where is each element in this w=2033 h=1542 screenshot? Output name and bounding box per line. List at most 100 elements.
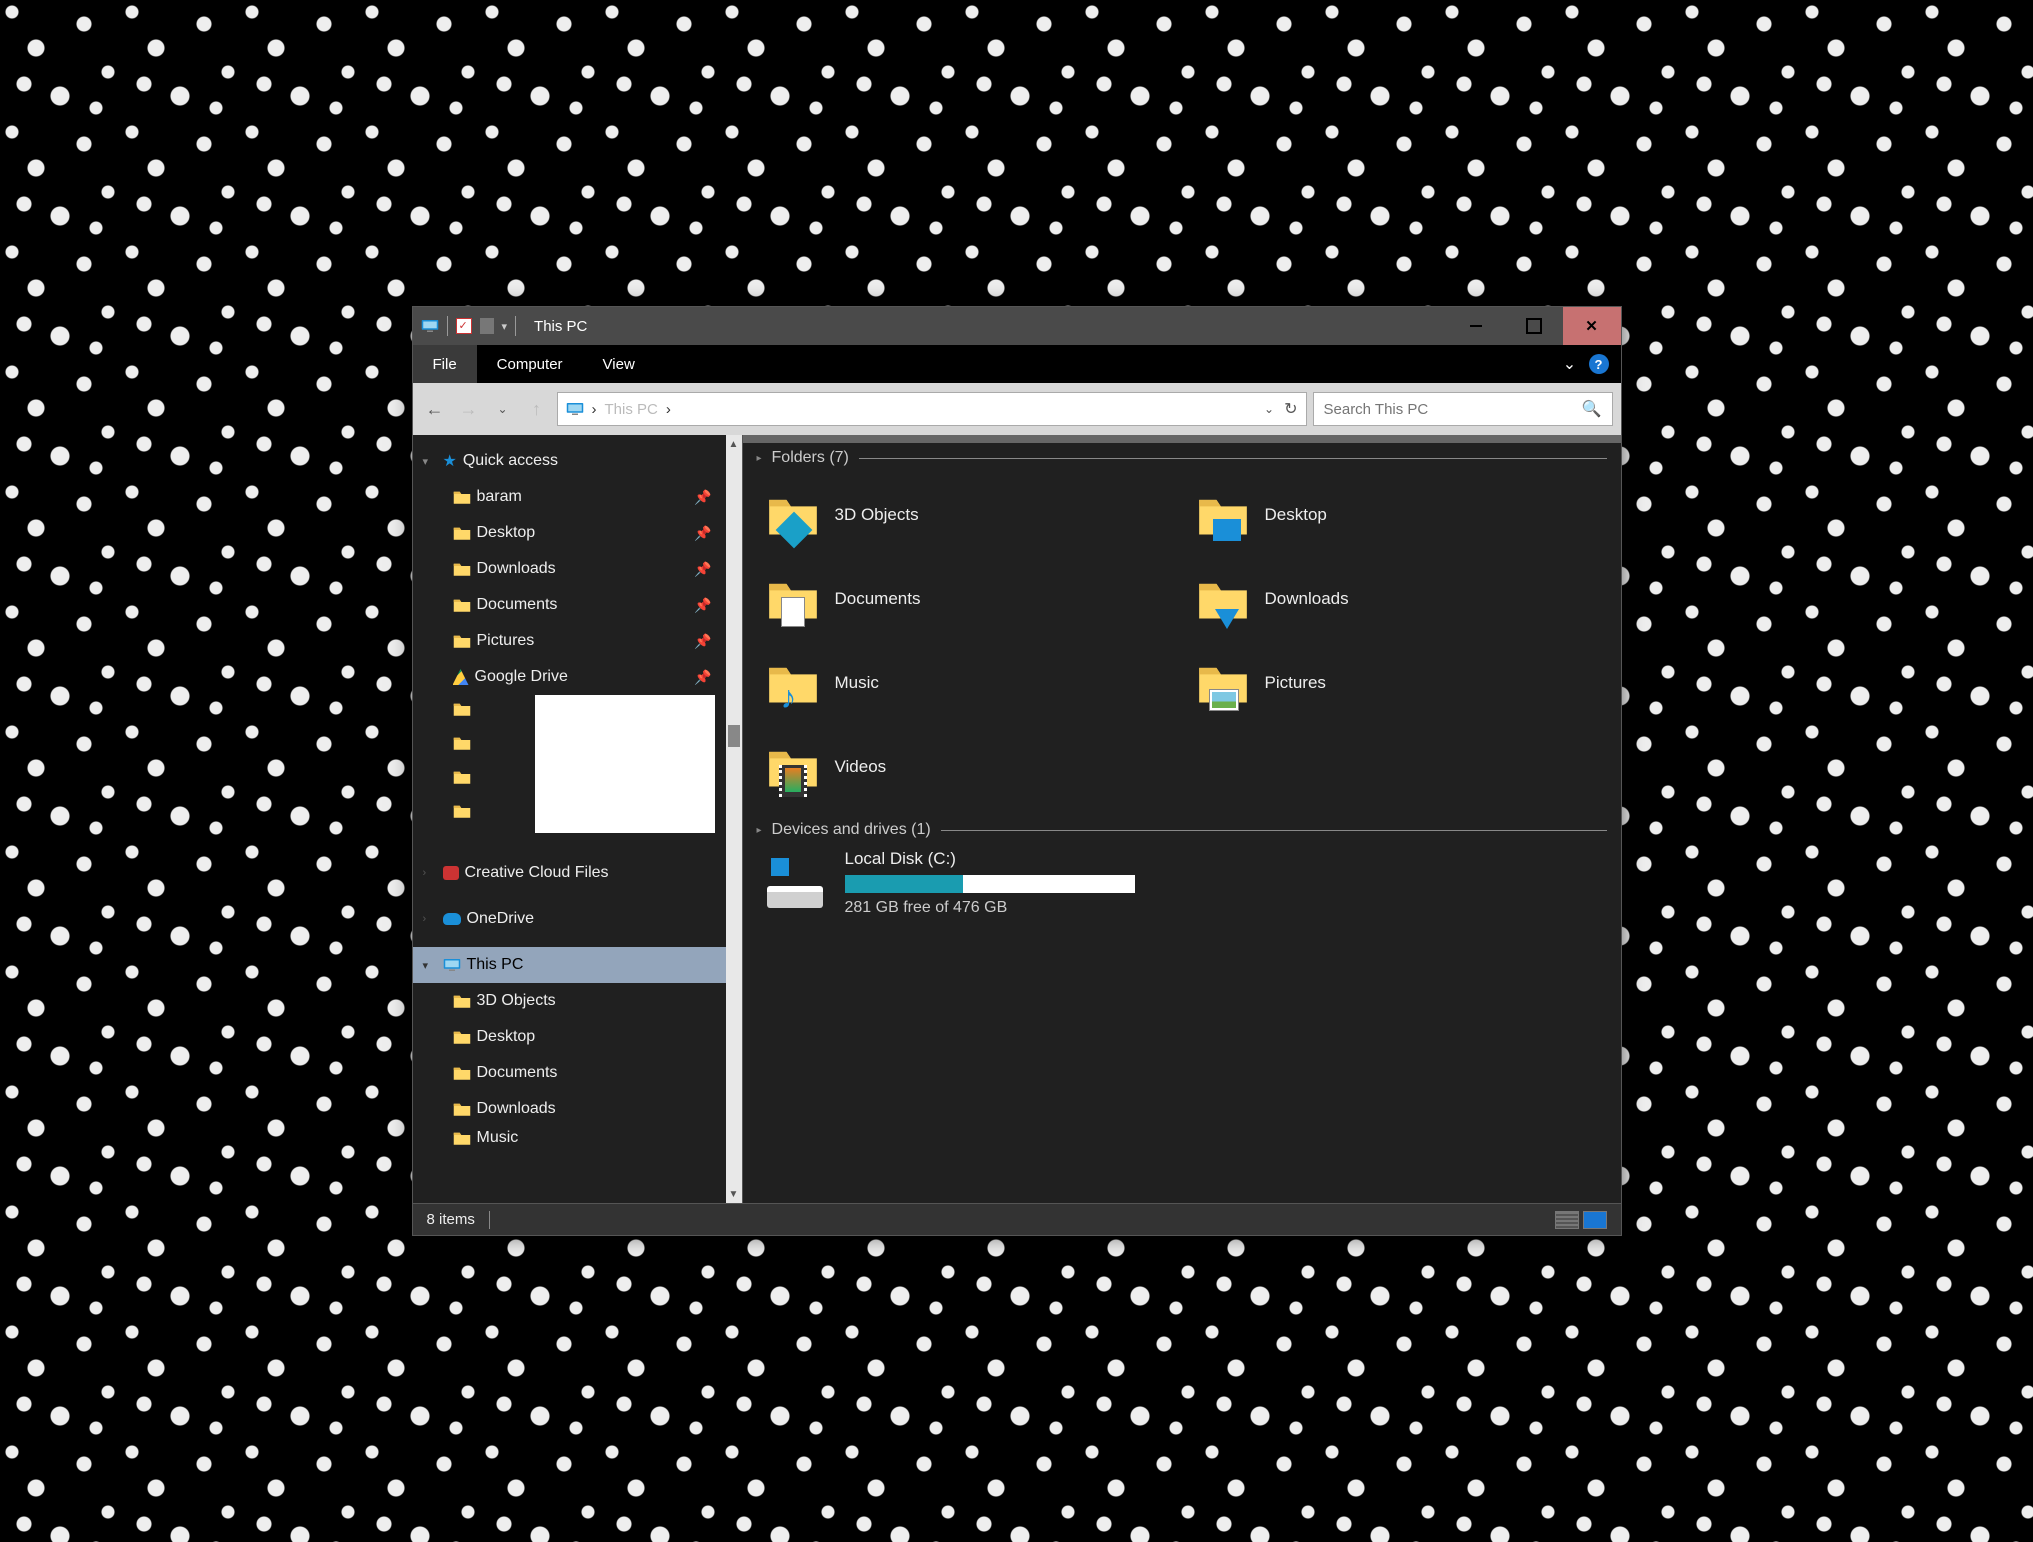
sidebar-item-3d-objects[interactable]: 3D Objects [413,983,726,1019]
search-box[interactable]: 🔍 [1313,392,1613,426]
search-icon[interactable]: 🔍 [1582,399,1602,419]
onedrive-icon [443,913,461,925]
address-bar[interactable]: › This PC › ⌄ ↻ [557,392,1307,426]
qat-properties-icon[interactable]: ✓ [456,318,472,334]
ribbon-expand-icon[interactable]: ⌄ [1561,355,1579,373]
item-label: Videos [835,757,887,777]
sidebar-item-google-drive[interactable]: Google Drive 📌 [413,659,726,695]
sidebar-item-label: OneDrive [467,910,535,928]
recent-locations-button[interactable]: ⌄ [489,395,517,423]
collapse-icon[interactable]: ▸ [757,825,762,836]
chevron-right-icon[interactable]: › [423,913,437,925]
status-item-count: 8 items [427,1211,475,1228]
sidebar-creative-cloud[interactable]: › Creative Cloud Files [413,855,726,891]
folder-videos[interactable]: Videos [767,729,1177,805]
sidebar-item-music[interactable]: Music [413,1127,726,1149]
address-dropdown-icon[interactable]: ⌄ [1264,402,1274,416]
folder-downloads[interactable]: Downloads [1197,561,1607,637]
item-label: Desktop [1265,505,1327,525]
navigation-bar: ← → ⌄ ↑ › This PC › ⌄ ↻ 🔍 [413,383,1621,435]
drive-usage-fill [845,875,964,893]
separator [941,830,1607,831]
scroll-thumb[interactable] [728,725,740,747]
qat-dropdown-icon[interactable]: ▾ [502,320,508,333]
sidebar-item-downloads[interactable]: Downloads [413,1091,726,1127]
tab-file[interactable]: File [413,345,477,383]
sidebar-quick-access[interactable]: ▾ ★ Quick access [413,443,726,479]
view-large-icons-button[interactable] [1583,1211,1607,1229]
sidebar-item-baram[interactable]: baram 📌 [413,479,726,515]
google-drive-icon [453,669,469,685]
separator [489,1211,490,1229]
sidebar-item-pictures[interactable]: Pictures 📌 [413,623,726,659]
pin-icon: 📌 [694,561,711,578]
drive-icon [767,858,827,908]
group-header-drives[interactable]: ▸ Devices and drives (1) [757,821,1607,839]
qat-newfolder-icon[interactable] [480,318,494,334]
sidebar-item-documents[interactable]: Documents 📌 [413,587,726,623]
folder-icon [453,1130,471,1146]
chevron-right-icon[interactable]: › [423,867,437,879]
back-button[interactable]: ← [421,395,449,423]
sidebar-item-desktop[interactable]: Desktop [413,1019,726,1055]
sidebar-item-label: Documents [477,1064,558,1082]
item-label: Pictures [1265,673,1326,693]
folder-documents[interactable]: Documents [767,561,1177,637]
sidebar-item-label: Downloads [477,560,556,578]
folder-pictures[interactable]: Pictures [1197,645,1607,721]
sidebar-onedrive[interactable]: › OneDrive [413,901,726,937]
content-pane[interactable]: ▸ Folders (7) 3D Objects Desktop [743,435,1621,1203]
folder-icon [453,1029,471,1045]
sidebar-item-desktop[interactable]: Desktop 📌 [413,515,726,551]
pin-icon: 📌 [694,669,711,686]
minimize-button[interactable] [1447,307,1505,345]
sidebar-item-documents[interactable]: Documents [413,1055,726,1091]
item-label: 3D Objects [835,505,919,525]
chevron-down-icon[interactable]: ▾ [423,455,437,468]
sidebar-this-pc[interactable]: ▾ This PC [413,947,726,983]
folder-desktop[interactable]: Desktop [1197,477,1607,553]
sidebar-scrollbar[interactable]: ▲ ▼ [726,435,742,1203]
pin-icon: 📌 [694,633,711,650]
search-input[interactable] [1324,401,1582,418]
separator [515,316,516,336]
tab-view[interactable]: View [583,345,655,383]
refresh-icon[interactable]: ↻ [1284,399,1297,419]
pc-icon [566,402,584,416]
window-title: This PC [534,318,587,335]
sidebar-item-label: Quick access [463,452,558,470]
folder-icon [453,769,471,785]
maximize-button[interactable] [1505,307,1563,345]
group-header-folders[interactable]: ▸ Folders (7) [757,449,1607,467]
separator [859,458,1607,459]
item-label: Downloads [1265,589,1349,609]
pc-icon [421,319,439,333]
item-label: Documents [835,589,921,609]
help-icon[interactable]: ? [1589,354,1609,374]
folder-3d-objects[interactable]: 3D Objects [767,477,1177,553]
pane-grip[interactable] [743,435,1621,443]
chevron-down-icon[interactable]: ▾ [423,959,437,972]
document-icon [781,597,805,627]
scroll-down-icon[interactable]: ▼ [726,1185,742,1203]
drive-local-disk-c[interactable]: Local Disk (C:) 281 GB free of 476 GB [767,849,1607,917]
breadcrumb-sep: › [666,401,671,418]
folder-icon [453,489,471,505]
up-button[interactable]: ↑ [523,395,551,423]
sidebar-item-downloads[interactable]: Downloads 📌 [413,551,726,587]
sidebar-item-label: 3D Objects [477,992,556,1010]
view-details-button[interactable] [1555,1211,1579,1229]
breadcrumb[interactable]: This PC [605,401,658,418]
collapse-icon[interactable]: ▸ [757,453,762,464]
tab-computer[interactable]: Computer [477,345,583,383]
navigation-pane: ▾ ★ Quick access baram 📌 Desktop 📌 Downl… [413,435,743,1203]
forward-button[interactable]: → [455,395,483,423]
sidebar-item-label: This PC [467,956,524,974]
item-label: Music [835,673,879,693]
close-button[interactable] [1563,307,1621,345]
desktop-icon [1213,519,1241,541]
folder-music[interactable]: ♪ Music [767,645,1177,721]
title-bar[interactable]: ✓ ▾ This PC [413,307,1621,345]
scroll-up-icon[interactable]: ▲ [726,435,742,453]
redacted-region [535,695,715,833]
